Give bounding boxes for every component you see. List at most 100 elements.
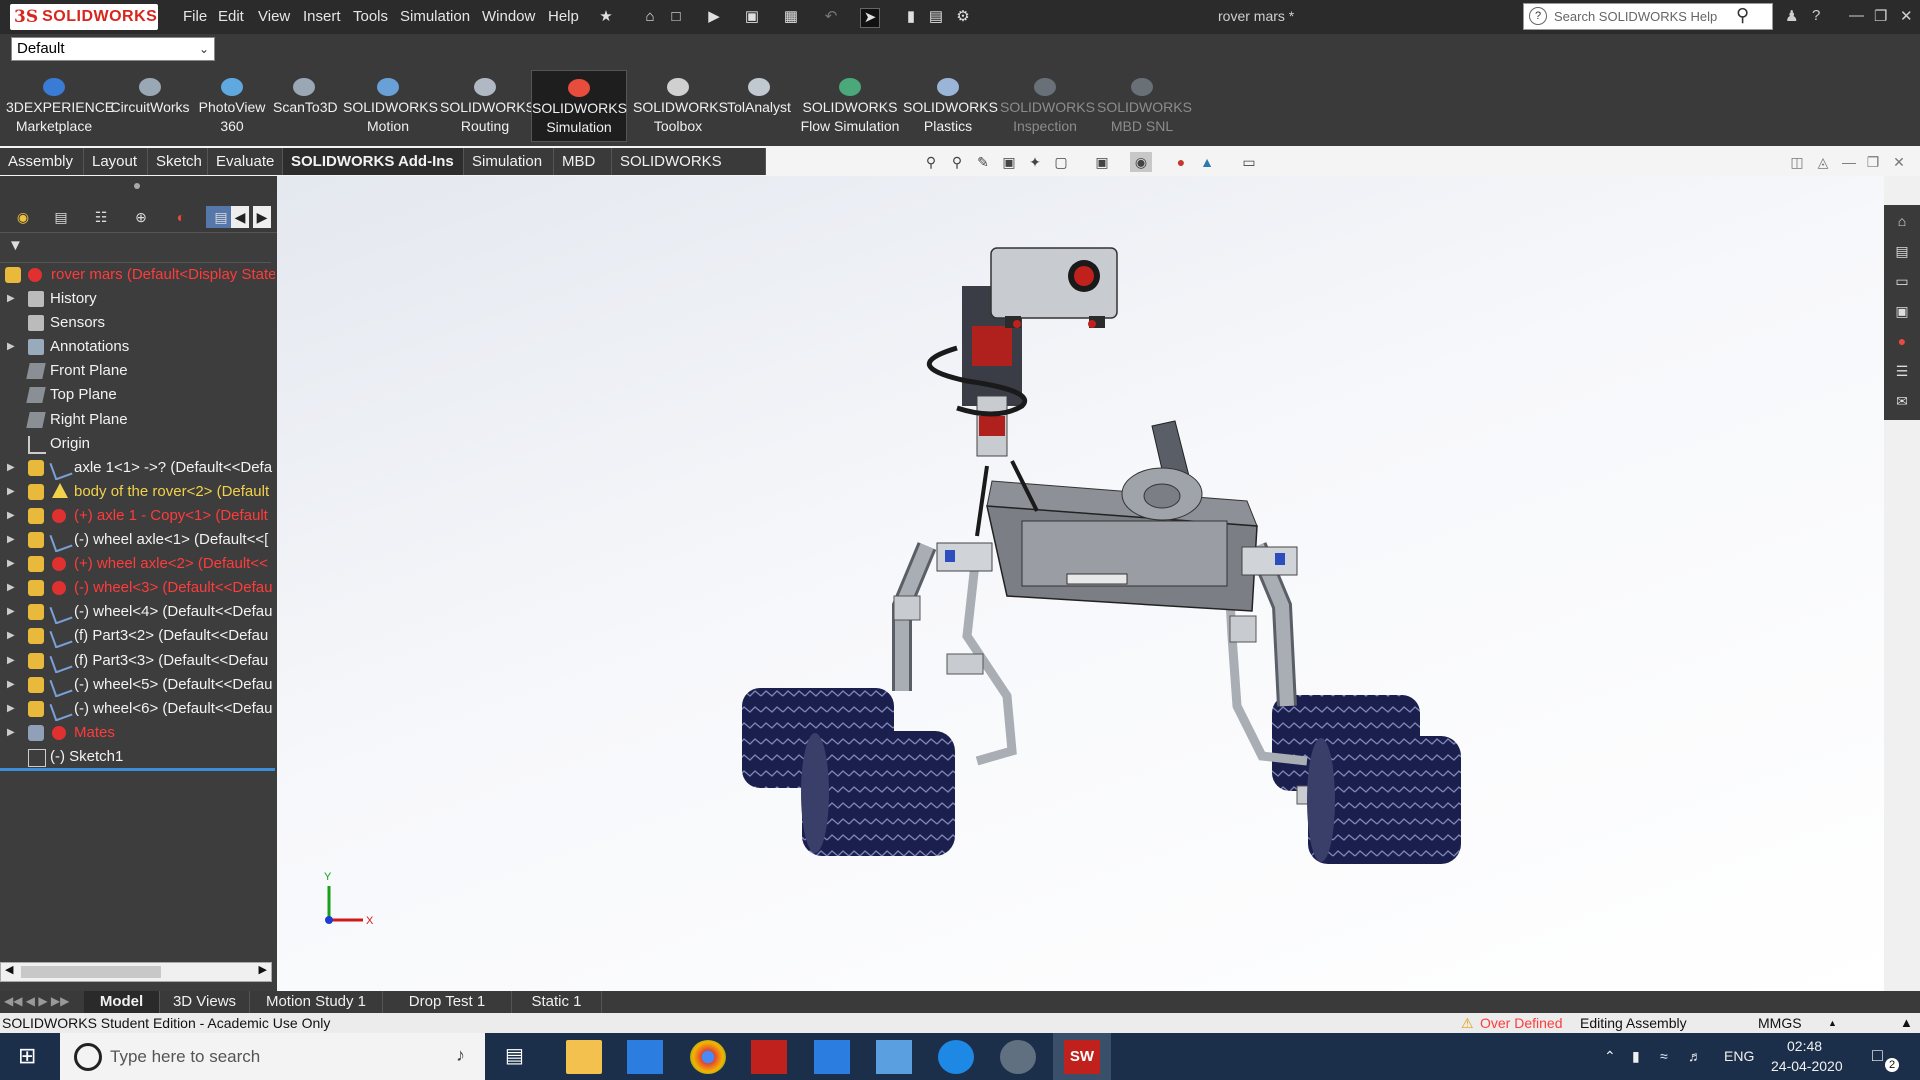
expand-arrow-icon[interactable]: ▶ [7,697,15,721]
tree-item[interactable]: ▶ History [0,287,275,311]
solidworks-resources-icon[interactable]: ⌂ [1890,210,1914,232]
view-palette-icon[interactable]: ▣ [1890,300,1914,322]
tab-layout[interactable]: Layout [84,148,148,175]
new-document-icon[interactable]: □ [667,8,685,26]
notifications-icon[interactable]: □ [1872,1045,1883,1066]
ribbon-button-plastics[interactable]: SOLIDWORKS Plastics [903,70,998,142]
bottom-tab-3d-views[interactable]: 3D Views [160,991,250,1013]
tab-sketch[interactable]: Sketch [148,148,208,175]
windows-start-icon[interactable]: ⊞ [18,1043,36,1069]
close-icon[interactable]: ✕ [1900,7,1913,25]
bottom-tab-motion-study-1[interactable]: Motion Study 1 [250,991,383,1013]
help-icon[interactable]: ? [1812,7,1820,24]
mcafee-icon[interactable] [751,1040,787,1074]
doc-minimize-icon[interactable]: — [1838,152,1860,172]
zoom-to-area-icon[interactable]: ⚲ [946,152,968,172]
section-view-icon[interactable]: ▣ [998,152,1020,172]
undo-icon[interactable]: ↶ [822,8,840,26]
expand-arrow-icon[interactable]: ▶ [7,287,15,311]
tree-item[interactable]: ▶ Mates [0,721,275,745]
mail-icon[interactable] [814,1040,850,1074]
tree-item[interactable]: ▶ (-) wheel<5> (Default<<Defau [0,673,275,697]
menu-tools[interactable]: Tools [353,8,388,25]
tile-left-icon[interactable]: ◫ [1786,152,1808,172]
scroll-left-icon[interactable]: ◀ [231,206,249,228]
tree-item[interactable]: ▶ body of the rover<2> (Default [0,480,275,504]
expand-arrow-icon[interactable]: ▶ [7,528,15,552]
dimxpertmanager-tab-icon[interactable]: ⊕ [126,206,156,228]
tree-item[interactable]: Sensors [0,311,275,335]
tree-item[interactable]: Top Plane [0,383,275,407]
pin-icon[interactable]: ★ [597,8,615,26]
custom-properties-icon[interactable]: ☰ [1890,360,1914,382]
open-icon[interactable]: ▶ [705,8,723,26]
options-gear-icon[interactable]: ⚙ [954,8,972,26]
forum-icon[interactable]: ✉ [1890,390,1914,412]
tree-filter[interactable]: ▼ [0,234,271,263]
tab-scroll-arrows-icon[interactable]: ◀◀ ◀ ▶ ▶▶ [4,994,69,1008]
appearances-icon[interactable]: ● [1890,330,1914,352]
ribbon-button-circuitworks[interactable]: CircuitWorks [110,70,190,142]
user-icon[interactable]: ♟ [1785,7,1798,25]
panel-splitter[interactable] [0,176,277,202]
menu-file[interactable]: File [183,8,207,25]
scroll-right-icon[interactable]: ▶ [253,206,271,228]
ribbon-button-mbd-snl[interactable]: SOLIDWORKS MBD SNL [1097,70,1192,142]
ribbon-button-routing[interactable]: SOLIDWORKS Routing [440,70,535,142]
bottom-tab-static-1[interactable]: Static 1 [512,991,602,1013]
filter-icon[interactable]: ▼ [8,237,23,254]
units-up-icon[interactable]: ▲ [1828,1013,1837,1033]
tab-simulation[interactable]: Simulation [464,148,554,175]
expand-arrow-icon[interactable]: ▶ [7,576,15,600]
doc-close-icon[interactable]: ✕ [1888,152,1910,172]
home-icon[interactable]: ⌂ [641,8,659,26]
menu-simulation[interactable]: Simulation [400,8,470,25]
ribbon-button-simulation[interactable]: SOLIDWORKS Simulation [531,70,627,142]
ribbon-button-3dexperience[interactable]: 3DEXPERIENCE Marketplace [6,70,114,142]
apply-scene-icon[interactable]: ▲ [1196,152,1218,172]
rebuild-icon[interactable]: ▮ [902,8,920,26]
ribbon-button-inspection[interactable]: SOLIDWORKS Inspection [1000,70,1095,142]
ribbon-button-tolanalyst[interactable]: TolAnalyst [727,70,791,142]
minimize-icon[interactable]: — [1849,7,1864,24]
expand-arrow-icon[interactable]: ▶ [7,504,15,528]
tree-item[interactable]: ▶ Annotations [0,335,275,359]
expand-arrow-icon[interactable]: ▶ [7,552,15,576]
tree-item[interactable]: ▶ (-) wheel<6> (Default<<Defau [0,697,275,721]
expand-arrow-icon[interactable]: ▶ [7,600,15,624]
edge-icon[interactable] [938,1040,974,1074]
expand-arrow-icon[interactable]: ▶ [7,480,15,504]
tree-item[interactable]: Right Plane [0,408,275,432]
ribbon-button-flow-simulation[interactable]: SOLIDWORKS Flow Simulation [800,70,900,142]
view-orientation-icon[interactable]: ▢ [1050,152,1072,172]
chrome-icon[interactable] [690,1040,726,1074]
menu-view[interactable]: View [258,8,290,25]
tree-item[interactable]: ▶ (-) wheel axle<1> (Default<<[ [0,528,275,552]
tree-item[interactable]: ▶ (f) Part3<3> (Default<<Defau [0,649,275,673]
graphics-area[interactable]: Y X [277,176,1884,991]
doc-restore-icon[interactable]: ❐ [1862,152,1884,172]
save-icon[interactable]: ▣ [743,8,761,26]
media-player-icon[interactable] [1000,1040,1036,1074]
status-units[interactable]: MMGS [1758,1013,1802,1033]
edit-appearance-icon[interactable]: ● [1170,152,1192,172]
cortana-icon[interactable] [74,1043,102,1071]
ribbon-button-motion[interactable]: SOLIDWORKS Motion [343,70,438,142]
bottom-tab-drop-test-1[interactable]: Drop Test 1 [383,991,512,1013]
rover-model[interactable]: Y X [277,176,1884,991]
design-library-icon[interactable]: ▤ [1890,240,1914,262]
bottom-tab-model[interactable]: Model [84,991,160,1013]
tree-item[interactable]: ▶ (f) Part3<2> (Default<<Defau [0,624,275,649]
display-style-icon[interactable]: ▣ [1091,152,1113,172]
tab-solidworks-add-ins[interactable]: SOLIDWORKS Add-Ins [283,148,464,175]
tree-item[interactable]: Front Plane [0,359,275,383]
expand-arrow-icon[interactable]: ▶ [7,721,15,745]
tile-right-icon[interactable]: ◬ [1812,152,1834,172]
solidworks-logo[interactable]: 3S SOLIDWORKS [10,4,158,30]
volume-icon[interactable]: ♬ [1688,1048,1702,1064]
hide-show-items-icon[interactable]: ◉ [1130,152,1152,172]
tree-item[interactable]: ▶ axle 1<1> ->? (Default<<Defa [0,456,275,480]
dynamic-annotation-icon[interactable]: ✦ [1024,152,1046,172]
file-explorer-icon[interactable]: ▭ [1890,270,1914,292]
propertymanager-tab-icon[interactable]: ▤ [46,206,76,228]
